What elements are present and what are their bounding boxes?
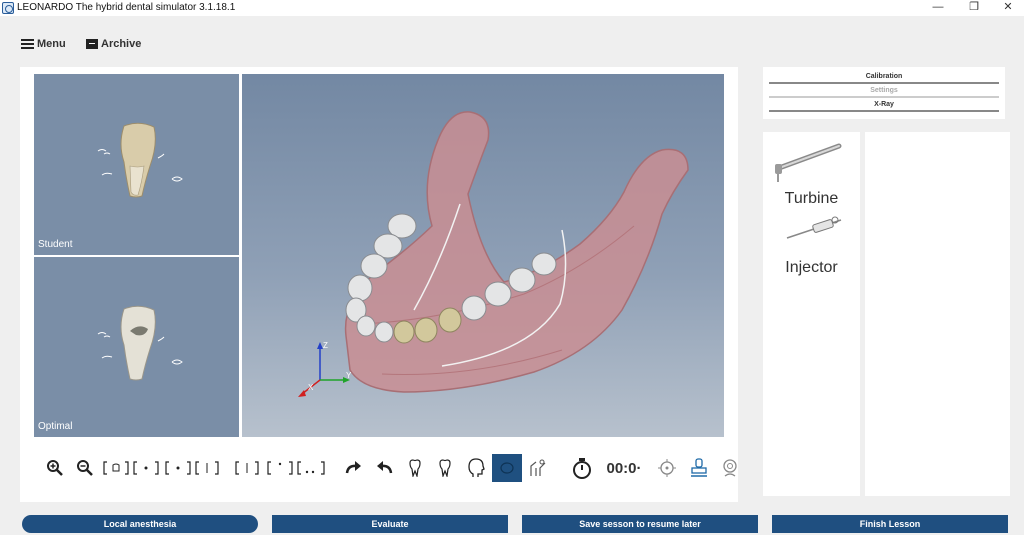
webcam-icon[interactable] [720, 454, 740, 482]
settings-tab[interactable]: Settings [769, 86, 999, 98]
eye-icon[interactable] [492, 454, 522, 482]
axis-x-label: X [308, 383, 314, 392]
mandible-model: Z Y X [298, 111, 689, 397]
tooth-outline-icon[interactable] [434, 454, 456, 482]
view-dots-icon[interactable] [296, 454, 326, 482]
close-button[interactable]: ✕ [994, 0, 1022, 16]
title-bar: LEONARDO The hybrid dental simulator 3.1… [0, 0, 1024, 16]
timer-text: 00:0· [606, 459, 642, 477]
finish-lesson-button[interactable]: Finish Lesson [772, 515, 1008, 533]
hamburger-icon [21, 39, 34, 49]
student-tooth-model [97, 122, 183, 198]
menu-label: Menu [37, 38, 66, 50]
view-buccal-icon[interactable] [132, 454, 160, 482]
timer-display: 00:0· [604, 454, 644, 482]
tool-holder-icon[interactable] [526, 454, 550, 482]
zoom-in-icon[interactable] [44, 454, 66, 482]
optimal-viewport[interactable]: Optimal [34, 257, 239, 437]
zoom-out-icon[interactable] [74, 454, 96, 482]
turbine-handpiece-icon[interactable] [773, 138, 845, 188]
local-anesthesia-button[interactable]: Local anesthesia [22, 515, 258, 533]
head-icon[interactable] [464, 454, 488, 482]
injector-label[interactable]: Injector [763, 259, 860, 277]
archive-label: Archive [101, 38, 142, 50]
bottom-action-bar: Local anesthesia Evaluate Save sesson to… [0, 512, 1024, 535]
instrument-panel: Turbine Injector [763, 132, 860, 496]
calibration-tab[interactable]: Calibration [769, 72, 999, 84]
view-front-icon[interactable] [102, 454, 130, 482]
stopwatch-icon[interactable] [570, 454, 594, 482]
simulation-panel: Student Optimal Z Y X 00:0· [20, 67, 738, 502]
archive-button[interactable]: Archive [86, 36, 141, 52]
minimize-button[interactable]: — [924, 0, 952, 16]
view-grid-icon[interactable] [266, 454, 294, 482]
detail-panel [865, 132, 1010, 496]
undo-icon[interactable] [374, 454, 396, 482]
injector-syringe-icon[interactable] [785, 214, 845, 244]
app-icon [2, 2, 14, 14]
optimal-tooth-model [97, 305, 183, 381]
view-occlusal-icon[interactable] [194, 454, 220, 482]
optimal-label: Optimal [38, 421, 73, 432]
window-title: LEONARDO The hybrid dental simulator 3.1… [17, 2, 236, 13]
tooth-icon[interactable] [404, 454, 426, 482]
redo-icon[interactable] [342, 454, 364, 482]
evaluate-button[interactable]: Evaluate [272, 515, 508, 533]
stamp-icon[interactable] [688, 454, 710, 482]
restore-button[interactable]: ❐ [960, 0, 988, 16]
xray-tab[interactable]: X-Ray [769, 100, 999, 112]
save-session-button[interactable]: Save sesson to resume later [522, 515, 758, 533]
turbine-label[interactable]: Turbine [763, 190, 860, 208]
view-split-icon[interactable] [234, 454, 260, 482]
jaw-3d-viewport[interactable]: Z Y X [242, 74, 724, 437]
student-viewport[interactable]: Student [34, 74, 239, 255]
student-label: Student [38, 239, 73, 250]
menu-button[interactable]: Menu [21, 36, 66, 52]
menu-bar: Menu Archive [0, 28, 1024, 58]
view-lingual-icon[interactable] [164, 454, 192, 482]
view-toolbar: 00:0· [40, 450, 737, 486]
axis-z-label: Z [323, 341, 328, 350]
calibration-panel: Calibration Settings X-Ray [763, 67, 1005, 119]
axis-y-label: Y [346, 371, 352, 380]
target-icon[interactable] [656, 454, 678, 482]
archive-icon [86, 39, 98, 49]
